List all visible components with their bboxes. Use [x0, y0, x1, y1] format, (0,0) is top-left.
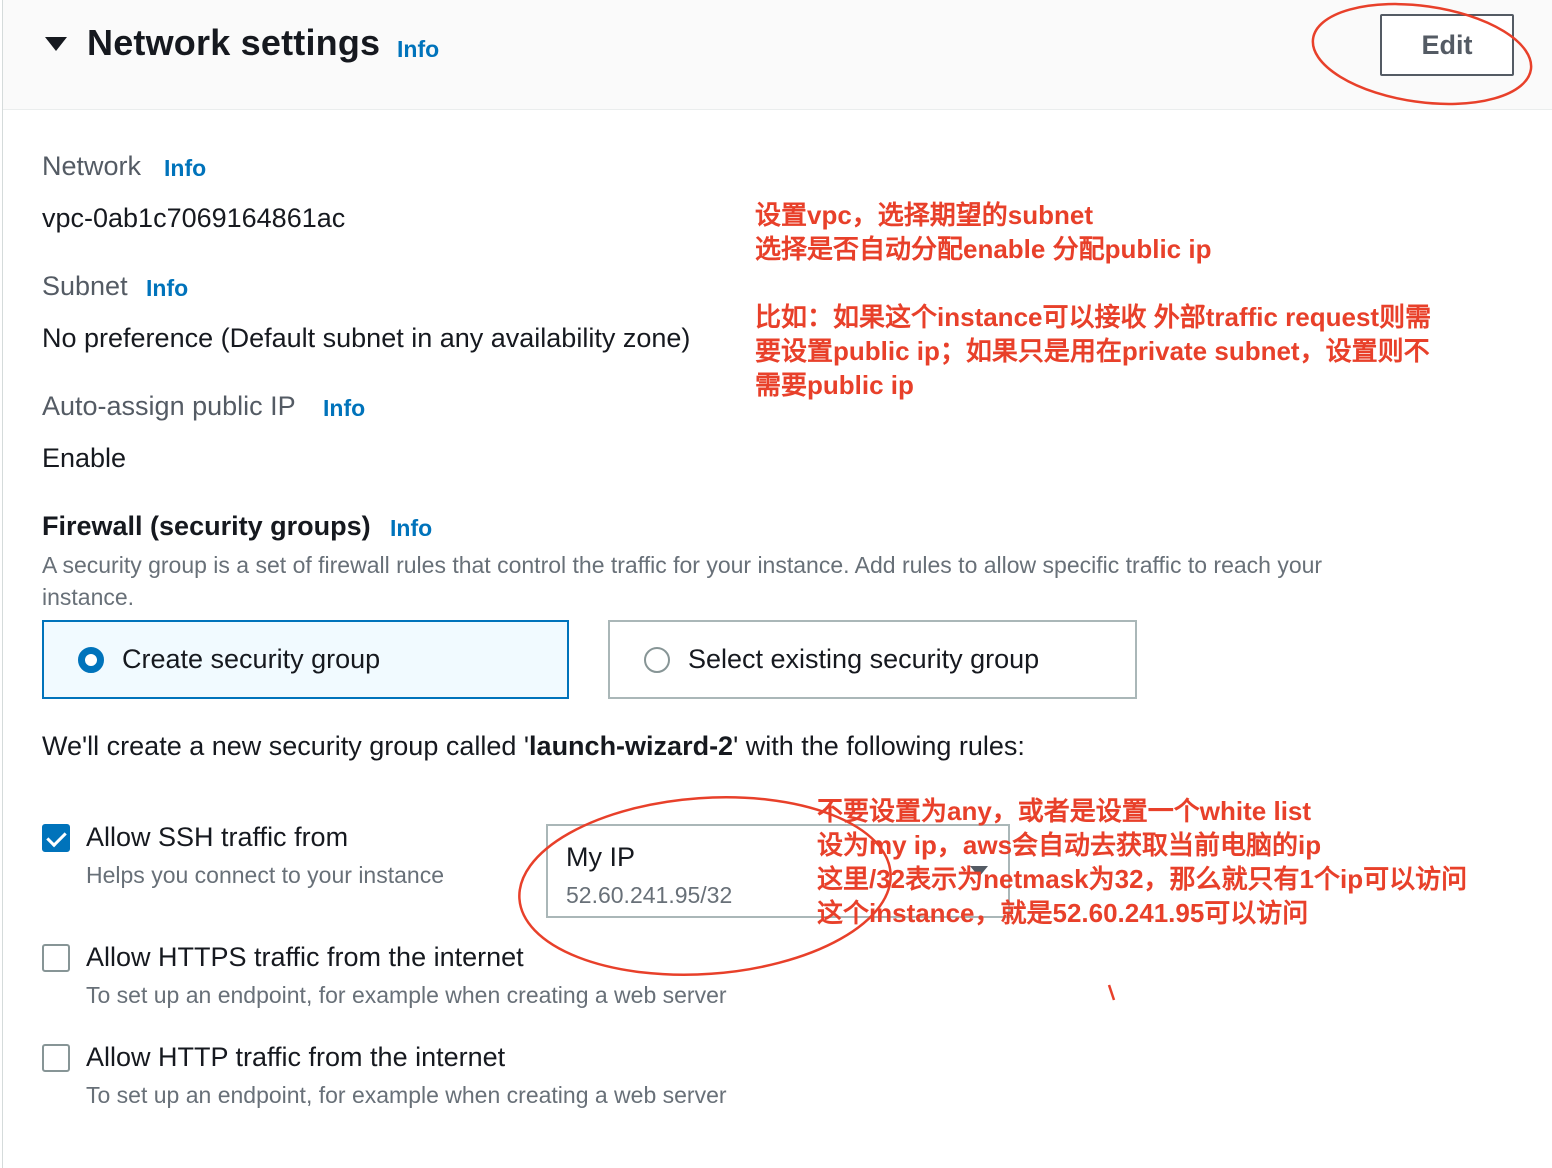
- annotation-vpc-line1: 设置vpc，选择期望的subnet: [755, 200, 1094, 230]
- annotation-ssh-line3: 这里/32表示为netmask为32，那么就只有1个ip可以访问: [817, 864, 1468, 894]
- annotation-vpc-line2: 选择是否自动分配enable 分配public ip: [755, 234, 1212, 264]
- annotation-ssh-line4: 这个instance，就是52.60.241.95可以访问: [817, 898, 1309, 928]
- annotation-public-ip-line1: 比如：如果这个instance可以接收 外部traffic request则需: [755, 302, 1432, 332]
- annotation-public-ip-line2: 要设置public ip；如果只是用在private subnet，设置则不: [755, 336, 1430, 366]
- annotation-overlay: [518, 2, 1533, 1001]
- stray-mark-annotation: [1107, 984, 1116, 1001]
- annotation-ssh-line2: 设为my ip，aws会自动去获取当前电脑的ip: [817, 830, 1322, 860]
- annotation-public-ip-line3: 需要public ip: [755, 370, 914, 400]
- annotation-ssh-line1: 不要设置为any，或者是设置一个white list: [817, 796, 1312, 826]
- edit-circle-annotation: [1311, 2, 1533, 106]
